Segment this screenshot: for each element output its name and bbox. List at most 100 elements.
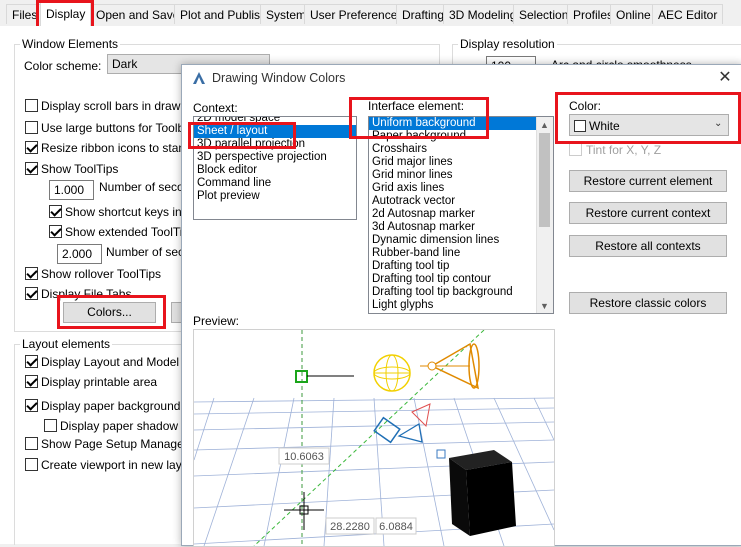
list-item[interactable]: Rubber-band line [369, 247, 553, 260]
list-item[interactable]: Paper background [369, 130, 553, 143]
preview-scene: 10.6063 28.2280 6.0884 [194, 330, 554, 546]
tab-user-preferences[interactable]: User Preferences [304, 4, 410, 24]
list-item[interactable]: Crosshairs [369, 143, 553, 156]
large-buttons-checkbox[interactable] [25, 121, 38, 134]
list-item[interactable]: Command line [194, 177, 356, 190]
restore-classic-colors-button[interactable]: Restore classic colors [569, 292, 727, 314]
rollover-tooltips-label: Show rollover ToolTips [41, 267, 162, 281]
new-viewport-label: Create viewport in new layout [41, 458, 199, 472]
tab-display[interactable]: Display [40, 1, 92, 26]
dialog-title-bar: Drawing Window Colors ✕ [182, 65, 741, 91]
list-item[interactable]: 2D model space [194, 117, 356, 125]
list-item[interactable]: Grid minor lines [369, 169, 553, 182]
colors-button[interactable]: Colors... [63, 302, 156, 323]
paper-shadow-label: Display paper shadow [60, 419, 179, 433]
context-list[interactable]: 2D model space Sheet / layout 3D paralle… [193, 116, 357, 220]
tab-files[interactable]: Files [6, 4, 44, 24]
button-label: Restore all contexts [595, 239, 701, 253]
color-swatch [574, 120, 586, 132]
context-label: Context: [193, 101, 238, 115]
close-icon[interactable]: ✕ [714, 68, 736, 88]
axis-line [253, 330, 485, 546]
layout-model-tabs-label: Display Layout and Model tab [41, 355, 200, 369]
preview-canvas: 10.6063 28.2280 6.0884 [193, 329, 555, 547]
printable-area-checkbox[interactable] [25, 375, 38, 388]
file-tabs-checkbox[interactable] [25, 287, 38, 300]
list-item[interactable]: Light glyphs [369, 299, 553, 312]
extended-tooltips-label: Show extended ToolTips [65, 225, 196, 239]
list-item[interactable]: 3D perspective projection [194, 151, 356, 164]
color-select[interactable]: White ⌄ [569, 114, 729, 136]
colors-button-label: Colors... [87, 305, 132, 319]
tooltip-delay-input[interactable]: 1.000 [49, 180, 94, 200]
paper-shadow-checkbox[interactable] [44, 419, 57, 432]
button-label: Restore classic colors [589, 296, 707, 310]
list-item[interactable]: Drafting tool tip [369, 260, 553, 273]
button-label: Restore current element [583, 174, 713, 188]
scroll-thumb[interactable] [539, 133, 550, 227]
coord-x-text: 28.2280 [330, 521, 370, 533]
resize-ribbon-checkbox[interactable] [25, 141, 38, 154]
scroll-up-icon[interactable]: ▲ [540, 120, 549, 130]
tab-label: 3D Modeling [449, 8, 517, 22]
list-item[interactable]: Grid axis lines [369, 182, 553, 195]
button-label: Restore current context [585, 206, 711, 220]
shortcut-keys-label: Show shortcut keys in To [65, 205, 198, 219]
list-item[interactable]: Drafting tool tip contour [369, 273, 553, 286]
page-setup-checkbox[interactable] [25, 437, 38, 450]
list-item[interactable]: 2d Autosnap marker [369, 208, 553, 221]
tab-selection[interactable]: Selection [513, 4, 575, 24]
interface-element-label: Interface element: [368, 99, 465, 113]
tint-label: Tint for X, Y, Z [586, 143, 662, 157]
black-cube-shape [449, 450, 516, 536]
camera-glyph-icon [373, 403, 431, 444]
list-item[interactable]: Plot preview [194, 190, 356, 203]
tab-open-and-save[interactable]: Open and Save [90, 4, 186, 24]
list-item[interactable]: Grid major lines [369, 156, 553, 169]
dim-tooltip-text: 10.6063 [284, 451, 324, 463]
tab-label: Files [12, 8, 38, 22]
paper-background-checkbox[interactable] [25, 399, 38, 412]
tab-3d-modeling[interactable]: 3D Modeling [443, 4, 523, 24]
page-setup-label: Show Page Setup Manager fo [41, 437, 202, 451]
interface-list-scrollbar[interactable]: ▲ ▼ [536, 117, 553, 313]
coord-y-text: 6.0884 [379, 521, 413, 533]
tab-drafting[interactable]: Drafting [396, 4, 451, 24]
list-item[interactable]: Uniform background [369, 117, 536, 130]
list-item[interactable]: Autotrack vector [369, 195, 553, 208]
extended-delay-input[interactable]: 2.000 [57, 244, 102, 264]
restore-current-context-button[interactable]: Restore current context [569, 202, 727, 224]
show-tooltips-checkbox[interactable] [25, 162, 38, 175]
dialog-title: Drawing Window Colors [212, 71, 346, 85]
restore-all-contexts-button[interactable]: Restore all contexts [569, 235, 727, 257]
tab-label: Plot and Publish [180, 8, 267, 22]
scroll-bars-checkbox[interactable] [25, 99, 38, 112]
printable-area-label: Display printable area [41, 375, 158, 389]
scroll-down-icon[interactable]: ▼ [540, 301, 549, 311]
tooltip-delay-value: 1.000 [54, 183, 85, 197]
list-item[interactable]: Drafting tool tip background [369, 286, 553, 299]
list-item[interactable]: 3d Autosnap marker [369, 221, 553, 234]
shortcut-keys-checkbox[interactable] [49, 205, 62, 218]
list-item[interactable]: Block editor [194, 164, 356, 177]
tab-label: Drafting [402, 8, 445, 22]
list-item[interactable]: Dynamic dimension lines [369, 234, 553, 247]
drawing-window-colors-dialog: Drawing Window Colors ✕ Context: 2D mode… [181, 64, 741, 547]
rollover-tooltips-checkbox[interactable] [25, 267, 38, 280]
layout-model-tabs-checkbox[interactable] [25, 355, 38, 368]
tab-plot-and-publish[interactable]: Plot and Publish [174, 4, 273, 24]
extended-tooltips-checkbox[interactable] [49, 225, 62, 238]
restore-current-element-button[interactable]: Restore current element [569, 170, 727, 192]
interface-element-list[interactable]: Uniform background Paper background Cros… [368, 116, 554, 314]
preview-label: Preview: [193, 314, 240, 328]
autocad-logo-icon [193, 72, 205, 84]
tab-label: Selection [519, 8, 569, 22]
large-buttons-label: Use large buttons for Toolbars [41, 121, 201, 135]
tint-checkbox[interactable] [569, 143, 582, 156]
list-item[interactable]: 3D parallel projection [194, 138, 356, 151]
tab-online[interactable]: Online [610, 4, 657, 24]
list-item[interactable]: Sheet / layout [194, 125, 356, 138]
tab-aec-editor[interactable]: AEC Editor [652, 4, 724, 24]
new-viewport-checkbox[interactable] [25, 458, 38, 471]
color-value: White [589, 119, 620, 133]
